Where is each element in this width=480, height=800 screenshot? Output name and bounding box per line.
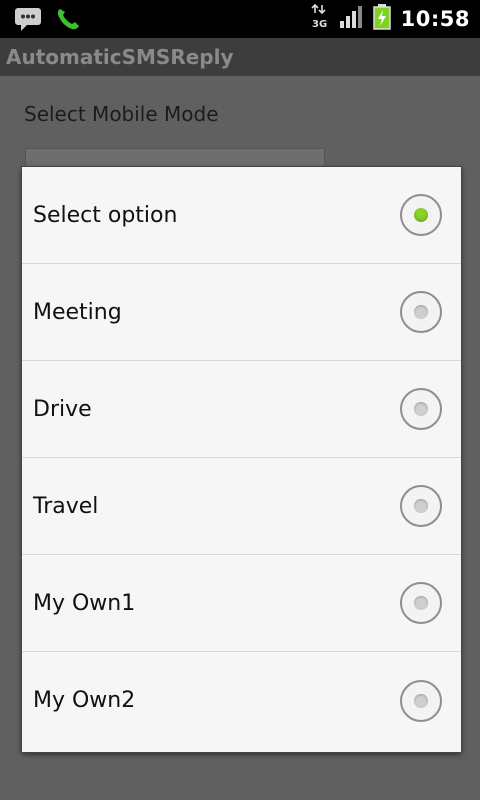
radio-button-selected[interactable] <box>400 194 442 236</box>
mode-options-dialog: Select option Meeting Drive Travel My Ow… <box>22 167 461 752</box>
signal-icon <box>339 5 363 33</box>
option-select-option[interactable]: Select option <box>22 167 461 264</box>
sms-notification-icon <box>14 6 42 36</box>
radio-button[interactable] <box>400 388 442 430</box>
phone-call-icon <box>54 6 82 36</box>
svg-text:3G: 3G <box>312 19 327 30</box>
option-label: Select option <box>33 202 178 228</box>
option-meeting[interactable]: Meeting <box>22 264 461 361</box>
clock: 10:58 <box>400 7 470 31</box>
option-drive[interactable]: Drive <box>22 361 461 458</box>
network-3g-icon: 3G <box>311 3 329 34</box>
option-travel[interactable]: Travel <box>22 458 461 555</box>
status-bar: 3G 10:58 <box>0 0 480 38</box>
option-label: My Own1 <box>33 590 136 616</box>
radio-button[interactable] <box>400 291 442 333</box>
option-my-own1[interactable]: My Own1 <box>22 555 461 652</box>
mode-label: Select Mobile Mode <box>24 102 219 126</box>
app-title-bar: AutomaticSMSReply <box>0 38 480 76</box>
battery-charging-icon <box>372 4 391 34</box>
radio-button[interactable] <box>400 679 442 722</box>
app-title: AutomaticSMSReply <box>6 45 234 69</box>
radio-button[interactable] <box>400 485 442 527</box>
option-label: Meeting <box>33 299 122 325</box>
mode-spinner[interactable] <box>25 148 325 169</box>
radio-button[interactable] <box>400 582 442 624</box>
option-my-own2[interactable]: My Own2 <box>22 652 461 749</box>
option-label: My Own2 <box>33 688 136 713</box>
option-label: Travel <box>33 493 99 519</box>
option-label: Drive <box>33 396 92 422</box>
